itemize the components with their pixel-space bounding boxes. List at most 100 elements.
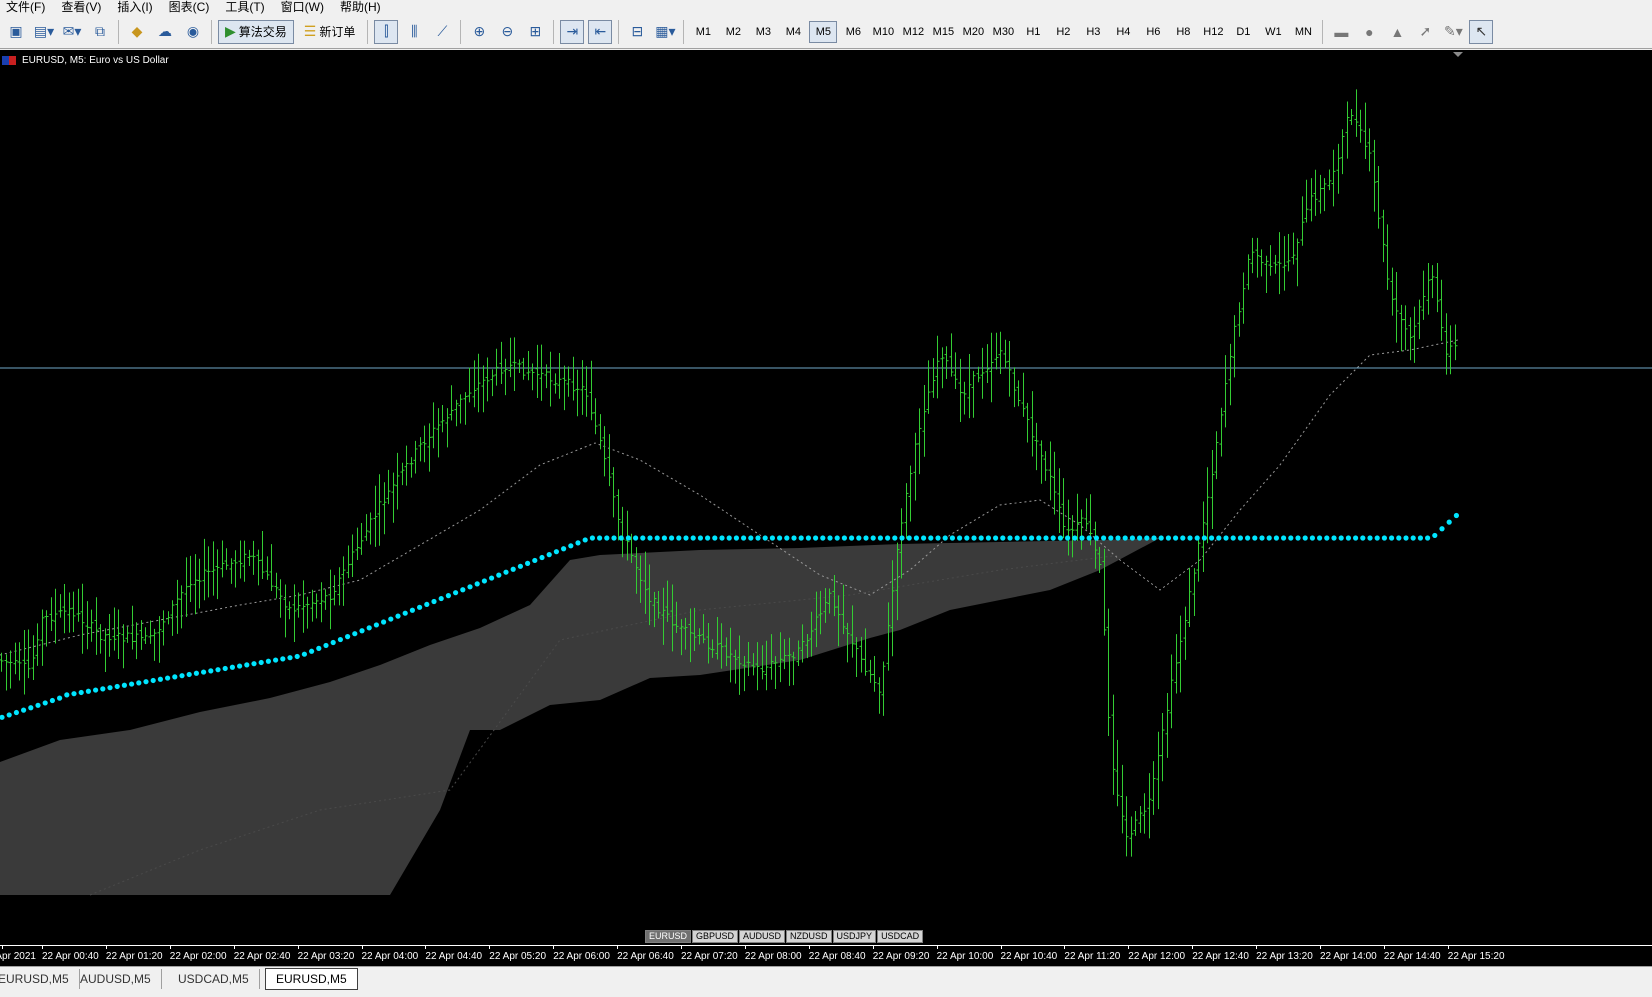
line-chart-icon[interactable]: ⟋ [430,20,454,44]
tab-usdcad-m5[interactable]: USDCAD,M5 [168,969,260,989]
algo-trading-button[interactable]: ▶ 算法交易 [218,19,294,44]
tab-eurusd-m5-1[interactable]: EURUSD,M5 [0,969,80,989]
sar-dot [1374,535,1380,541]
terminal-icon[interactable]: ☁ [153,20,177,44]
timeframe-m12[interactable]: M12 [899,21,927,43]
menu-help[interactable]: 帮助(H) [334,0,391,15]
templates-icon[interactable]: ▦▾ [653,20,677,44]
symbol-usdjpy[interactable]: USDJPY [832,930,877,943]
menu-tools[interactable]: 工具(T) [219,0,274,15]
timeframe-h1[interactable]: H1 [1019,21,1047,43]
sar-dot [892,535,898,541]
sar-dot [438,595,444,602]
timeframe-h6[interactable]: H6 [1139,21,1167,43]
sar-dot [1309,535,1315,541]
symbol-eurusd[interactable]: EURUSD [645,930,692,943]
sar-dot [1115,535,1121,541]
timeframe-m30[interactable]: M30 [989,21,1017,43]
sar-dot [683,535,689,541]
chart-window[interactable]: EURUSD, M5: Euro vs US Dollar EURUSD GBP… [0,50,1652,966]
timeframe-m1[interactable]: M1 [689,21,717,43]
ellipse-tool-icon[interactable]: ● [1357,20,1381,44]
eu-us-flag-icon [2,56,16,65]
timeframe-h8[interactable]: H8 [1169,21,1197,43]
symbol-audusd[interactable]: AUDUSD [739,930,786,943]
timeframe-m6[interactable]: M6 [839,21,867,43]
signals-icon[interactable]: ◉ [181,20,205,44]
sar-dot [273,657,279,663]
zoom-in-icon[interactable]: ⊕ [467,20,491,44]
sar-dot [1367,535,1373,541]
bar-chart-icon[interactable]: ⫿ [374,19,399,44]
indicators-icon[interactable]: ⊟ [625,20,649,44]
sar-dot [568,543,574,549]
sar-dot [1086,535,1092,541]
chart-shift-marker[interactable] [1453,52,1463,57]
timeframe-h4[interactable]: H4 [1109,21,1137,43]
zoom-out-icon[interactable]: ⊖ [495,20,519,44]
timeframe-d1[interactable]: D1 [1229,21,1257,43]
menu-bar: 文件(F) 查看(V) 插入(I) 图表(C) 工具(T) 窗口(W) 帮助(H… [0,0,1652,15]
sar-dot [1144,535,1150,541]
sar-dot [1158,535,1164,541]
new-chart-icon[interactable]: ▣ [4,20,28,44]
timeframe-m10[interactable]: M10 [869,21,897,43]
new-order-button[interactable]: ☰ 新订单 [298,20,362,44]
sar-dot [1302,535,1308,541]
profiles-icon[interactable]: ▤▾ [32,20,56,44]
chart-shift-icon[interactable]: ⇤ [588,19,613,44]
rectangle-tool-icon[interactable]: ▬ [1329,20,1353,44]
symbol-nzdusd[interactable]: NZDUSD [786,930,832,943]
menu-view[interactable]: 查看(V) [55,0,111,15]
sar-dot [1173,535,1179,541]
tile-windows-icon[interactable]: ⊞ [523,20,547,44]
menu-file[interactable]: 文件(F) [0,0,55,15]
menu-window[interactable]: 窗口(W) [275,0,334,15]
sar-dot [719,535,725,541]
menu-insert[interactable]: 插入(I) [111,0,162,15]
symbol-usdcad[interactable]: USDCAD [877,930,924,943]
time-tick-mark [2,946,3,949]
sar-dot [424,601,430,608]
market-watch-icon[interactable]: ✉▾ [60,20,84,44]
timeframe-m5[interactable]: M5 [809,20,838,43]
time-tick-mark [808,946,810,949]
tab-audusd-m5[interactable]: AUDUSD,M5 [70,969,162,989]
timeframe-mn[interactable]: MN [1289,21,1317,43]
symbol-gbpusd[interactable]: GBPUSD [692,930,739,943]
menu-chart[interactable]: 图表(C) [163,0,220,15]
timeframe-m2[interactable]: M2 [719,21,747,43]
cursor-tool-icon[interactable]: ↖ [1469,19,1494,44]
sar-dot [1425,535,1431,541]
sar-dot [921,535,927,541]
timeframe-m4[interactable]: M4 [779,21,807,43]
timeframe-m3[interactable]: M3 [749,21,777,43]
time-tick-mark [1128,946,1130,949]
timeframe-h2[interactable]: H2 [1049,21,1077,43]
sar-dot [42,700,48,706]
sar-dot [467,584,473,590]
navigator-icon[interactable]: ⧉ [88,20,112,44]
candlestick-icon[interactable]: ⫼ [402,20,426,44]
timeframe-m20[interactable]: M20 [959,21,987,43]
time-tick-label: 22 Apr 02:00 [169,951,227,962]
triangle-tool-icon[interactable]: ▲ [1385,20,1409,44]
sar-dot [1338,535,1344,541]
arrow-tool-icon[interactable]: ➚ [1413,20,1437,44]
time-tick-label: 22 Apr 12:40 [1192,951,1249,962]
sar-dot [489,575,495,581]
toolbar-separator [367,19,369,44]
data-window-icon[interactable]: ◆ [125,20,149,44]
timeframe-h12[interactable]: H12 [1199,21,1227,43]
sar-dot [582,537,588,543]
sar-dot [503,569,509,575]
price-chart-canvas[interactable] [0,50,1652,945]
auto-scroll-icon[interactable]: ⇥ [560,19,585,44]
sar-dot [1273,535,1279,541]
timeframe-w1[interactable]: W1 [1259,21,1287,43]
timeframe-m15[interactable]: M15 [929,21,957,43]
timeframe-h3[interactable]: H3 [1079,21,1107,43]
time-tick-mark [681,946,682,949]
objects-tool-icon[interactable]: ✎▾ [1441,20,1465,44]
tab-eurusd-m5-2[interactable]: EURUSD,M5 [265,968,358,990]
